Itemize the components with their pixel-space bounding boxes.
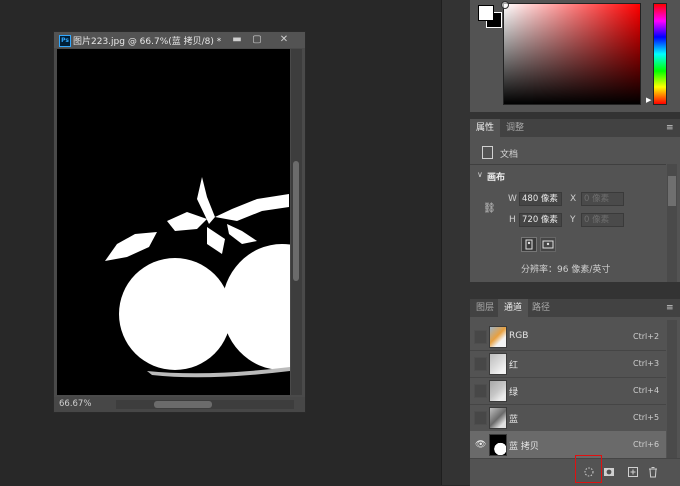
zoom-level[interactable]: 66.67% — [59, 399, 91, 409]
channels-scrollbar[interactable] — [667, 320, 677, 458]
vertical-scroll-thumb[interactable] — [293, 161, 299, 281]
portrait-orientation-button[interactable] — [521, 237, 537, 252]
channel-row-blue-copy[interactable]: 👁 蓝 拷贝 Ctrl+6 — [470, 431, 666, 459]
height-label: H — [509, 215, 516, 225]
document-title: 图片223.jpg @ 66.7%(蓝 拷贝/8) * — [73, 37, 222, 47]
channel-shortcut: Ctrl+3 — [633, 359, 660, 368]
photoshop-icon: Ps — [59, 35, 71, 47]
resolution-text: 分辨率：96 像素/英寸 — [521, 265, 611, 275]
channel-name: 蓝 拷贝 — [509, 442, 539, 452]
visibility-toggle[interactable] — [474, 357, 487, 371]
properties-scrollbar[interactable] — [667, 164, 677, 282]
channel-row-green[interactable]: 绿 Ctrl+4 — [470, 377, 666, 405]
horizontal-scroll-thumb[interactable] — [154, 401, 212, 408]
landscape-orientation-button[interactable] — [540, 237, 556, 252]
panel-menu-icon[interactable]: ≡ — [666, 304, 674, 313]
link-icon[interactable]: ⛓ — [483, 203, 496, 215]
color-picker-marker[interactable] — [501, 1, 509, 9]
eye-icon[interactable]: 👁 — [474, 438, 487, 452]
maximize-button[interactable]: ▢ — [248, 33, 266, 47]
highlight-annotation — [575, 455, 602, 483]
foreground-color-swatch[interactable] — [478, 5, 494, 21]
width-label: W — [508, 194, 517, 204]
hue-slider[interactable] — [653, 3, 667, 105]
close-button[interactable]: ✕ — [275, 33, 293, 47]
channels-tabbar: 图层 通道 路径 ≡ — [470, 299, 680, 317]
canvas-section-title[interactable]: 画布 — [487, 170, 505, 183]
minimize-button[interactable]: ▬ — [228, 33, 246, 47]
tab-adjustments[interactable]: 调整 — [500, 119, 530, 137]
channel-thumbnail — [489, 353, 507, 375]
properties-panel: 属性 调整 ≡ 文档 ∨ 画布 ⛓ W 480 像素 X 0 像素 H 720 … — [470, 119, 680, 282]
document-canvas[interactable] — [57, 49, 290, 395]
x-field: 0 像素 — [581, 192, 624, 206]
y-field: 0 像素 — [581, 213, 624, 227]
channel-thumbnail — [489, 434, 507, 456]
properties-tabbar: 属性 调整 ≡ — [470, 119, 680, 137]
y-label: Y — [570, 215, 576, 225]
document-icon — [482, 146, 493, 159]
channel-name: 蓝 — [509, 415, 519, 425]
save-selection-icon[interactable] — [603, 466, 615, 478]
channel-shortcut: Ctrl+2 — [633, 332, 660, 341]
tab-paths[interactable]: 路径 — [526, 299, 556, 317]
new-channel-icon[interactable] — [627, 466, 639, 478]
document-status-bar: 66.67% — [54, 397, 305, 412]
channel-thumbnail — [489, 380, 507, 402]
channel-name: RGB — [509, 331, 529, 341]
landscape-icon — [542, 240, 554, 249]
channel-name: 绿 — [509, 388, 519, 398]
channel-shortcut: Ctrl+5 — [633, 413, 660, 422]
visibility-toggle[interactable] — [474, 411, 487, 425]
channel-thumbnail — [489, 326, 507, 348]
height-field[interactable]: 720 像素 — [519, 213, 562, 227]
portrait-icon — [525, 239, 533, 250]
panel-menu-icon[interactable]: ≡ — [666, 124, 674, 133]
channel-name: 红 — [509, 361, 519, 371]
chevron-down-icon[interactable]: ∨ — [477, 170, 483, 179]
channel-row-blue[interactable]: 蓝 Ctrl+5 — [470, 404, 666, 432]
channel-row-rgb[interactable]: RGB Ctrl+2 — [470, 323, 666, 351]
tab-layers[interactable]: 图层 — [470, 299, 500, 317]
document-titlebar[interactable]: Ps 图片223.jpg @ 66.7%(蓝 拷贝/8) * ▬ ▢ ✕ — [54, 32, 305, 48]
visibility-toggle[interactable] — [474, 384, 487, 398]
divider — [470, 164, 666, 165]
tab-properties[interactable]: 属性 — [470, 119, 501, 137]
channel-shortcut: Ctrl+4 — [633, 386, 660, 395]
visibility-toggle[interactable] — [474, 330, 487, 344]
document-window: Ps 图片223.jpg @ 66.7%(蓝 拷贝/8) * ▬ ▢ ✕ 66.… — [53, 31, 306, 413]
hue-slider-handle[interactable]: ▶ — [646, 96, 651, 104]
channel-shortcut: Ctrl+6 — [633, 440, 660, 449]
delete-channel-icon[interactable] — [647, 466, 659, 478]
x-label: X — [570, 194, 577, 204]
properties-scroll-thumb[interactable] — [668, 176, 676, 206]
channel-row-red[interactable]: 红 Ctrl+3 — [470, 350, 666, 378]
document-label: 文档 — [500, 150, 519, 160]
channel-thumbnail — [489, 407, 507, 429]
vertical-scrollbar[interactable] — [291, 49, 302, 395]
width-field[interactable]: 480 像素 — [519, 192, 562, 206]
color-panel: ▶ — [470, 0, 680, 112]
horizontal-scrollbar[interactable] — [116, 400, 294, 409]
color-picker-field[interactable] — [501, 1, 641, 105]
channel-image — [57, 49, 290, 395]
tab-channels[interactable]: 通道 — [498, 299, 529, 317]
